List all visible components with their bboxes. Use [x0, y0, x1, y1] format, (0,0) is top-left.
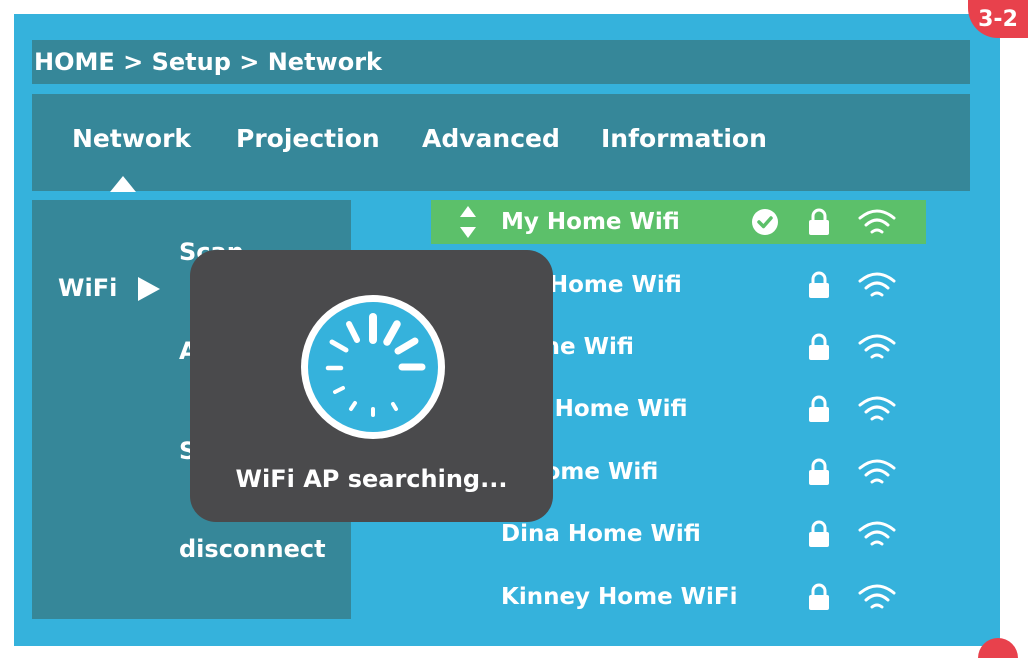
tab-information[interactable]: Information: [601, 124, 767, 153]
wifi-signal-icon: [858, 396, 896, 421]
wifi-network-name: Dina Home Wifi: [501, 521, 701, 547]
wifi-network-name: My Home Wifi: [501, 209, 680, 235]
searching-message: WiFi AP searching...: [235, 465, 508, 493]
tab-advanced[interactable]: Advanced: [422, 124, 560, 153]
breadcrumb-text: HOME > Setup > Network: [34, 48, 382, 76]
wifi-signal-icon: [858, 584, 896, 609]
wifi-signal-icon: [858, 521, 896, 546]
wifi-signal-icon: [858, 459, 896, 484]
wifi-signal-icon: [858, 272, 896, 297]
breadcrumb: HOME > Setup > Network: [32, 40, 970, 84]
wifi-signal-icon: [858, 334, 896, 359]
connected-check-icon: [752, 209, 778, 235]
sort-arrows-icon: [460, 206, 476, 238]
loading-spinner-icon: [301, 295, 445, 439]
lock-icon: [809, 520, 829, 547]
lock-icon: [809, 583, 829, 610]
lock-icon: [809, 271, 829, 298]
tab-projection[interactable]: Projection: [236, 124, 380, 153]
wifi-network-row[interactable]: Kinney Home WiFi: [431, 575, 926, 619]
wifi-signal-icon: [858, 209, 896, 234]
wifi-network-name: Kinney Home WiFi: [501, 584, 738, 610]
lock-icon: [809, 458, 829, 485]
wifi-network-row[interactable]: My Home Wifi: [431, 200, 926, 244]
sidebar-item-disconnect[interactable]: disconnect: [179, 535, 326, 563]
lock-icon: [809, 395, 829, 422]
tab-network[interactable]: Network: [72, 124, 191, 153]
active-tab-indicator: [110, 176, 136, 192]
lock-icon: [809, 208, 829, 235]
step-badge-label: 3-2: [978, 6, 1018, 32]
lock-icon: [809, 333, 829, 360]
searching-dialog: WiFi AP searching...: [190, 250, 553, 522]
triangle-right-icon: [138, 277, 160, 301]
tab-bar: Network Projection Advanced Information: [32, 94, 970, 191]
sidebar-category-wifi[interactable]: WiFi: [58, 274, 117, 302]
